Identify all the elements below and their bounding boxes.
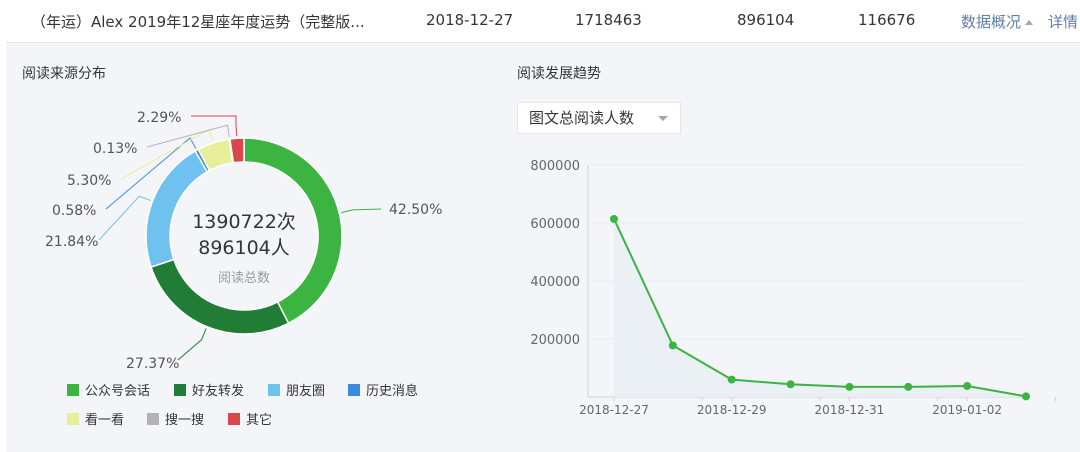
overview-link[interactable]: 数据概况: [961, 11, 1034, 32]
read-trend-chart: 200000 400000 600000 800000 2018-12-27 2018-1…: [530, 159, 1056, 417]
x-tick-label: 2018-12-31: [815, 403, 885, 417]
legend-label: 历史消息: [366, 384, 419, 399]
legend-swatch: [174, 384, 186, 396]
legend-label: 其它: [246, 413, 273, 428]
legend-label: 搜一搜: [165, 413, 205, 428]
caret-up-icon: [1025, 20, 1034, 25]
donut-leader-line: [341, 208, 382, 214]
x-tick-label: 2019-01-02: [932, 403, 1002, 417]
metric-select[interactable]: 图文总阅读人数: [517, 102, 681, 134]
donut-center-caption: 阅读总数: [218, 271, 270, 286]
overview-label: 数据概况: [961, 13, 1022, 31]
article-value-1: 1718463: [575, 11, 642, 29]
legend-swatch: [348, 384, 360, 396]
trend-point: [904, 382, 913, 391]
legend-item-official[interactable]: 公众号会话: [67, 380, 150, 399]
legend-label: 好友转发: [192, 384, 245, 399]
trend-point: [668, 341, 677, 350]
donut-value-label: 21.84%: [45, 234, 98, 250]
detail-link[interactable]: 详情: [1048, 11, 1078, 32]
donut-center-total-readers: 896104人: [198, 237, 290, 259]
donut-value-label: 2.29%: [137, 110, 181, 126]
article-value-2: 896104: [737, 11, 795, 29]
chevron-down-icon: [658, 116, 668, 121]
article-row: （年运）Alex 2019年12星座年度运势（完整版... 2018-12-27…: [0, 0, 1080, 43]
trend-point: [610, 214, 618, 223]
donut-value-label: 42.50%: [389, 202, 442, 218]
legend-label: 公众号会话: [85, 384, 151, 399]
trend-area: [614, 218, 1026, 397]
donut-center-total-reads: 1390722次: [192, 211, 296, 233]
trend-point: [845, 382, 854, 391]
trend-point: [963, 381, 972, 390]
read-trend-title: 阅读发展趋势: [517, 66, 601, 82]
legend-item-moments[interactable]: 朋友圈: [268, 380, 325, 399]
article-title: （年运）Alex 2019年12星座年度运势（完整版...: [31, 13, 365, 31]
legend-label: 看一看: [85, 413, 125, 428]
y-tick-label: 200000: [530, 333, 580, 348]
article-date: 2018-12-27: [426, 11, 514, 29]
donut-leader-line: [98, 195, 151, 241]
x-tick-label: 2018-12-27: [579, 403, 649, 417]
trend-point: [1022, 392, 1030, 401]
legend-swatch: [228, 413, 240, 425]
legend-item-look[interactable]: 看一看: [67, 409, 124, 428]
donut-value-label: 0.58%: [52, 203, 96, 219]
legend-item-friend[interactable]: 好友转发: [174, 380, 244, 399]
article-value-3: 116676: [858, 11, 916, 29]
trend-point: [786, 380, 795, 389]
donut-value-label: 0.13%: [93, 141, 137, 157]
legend-swatch: [147, 413, 159, 425]
legend-item-search[interactable]: 搜一搜: [147, 409, 204, 428]
donut-leader-line: [177, 328, 207, 361]
trend-point: [727, 375, 736, 384]
legend-swatch: [67, 413, 79, 425]
metric-select-value: 图文总阅读人数: [529, 109, 635, 127]
legend-swatch: [268, 384, 280, 396]
x-tick-label: 2018-12-29: [697, 403, 767, 417]
y-tick-label: 400000: [530, 275, 580, 290]
legend-swatch: [67, 384, 79, 396]
y-tick-label: 600000: [530, 217, 580, 232]
legend-item-history[interactable]: 历史消息: [348, 380, 418, 399]
y-tick-label: 800000: [530, 159, 580, 174]
donut-value-label: 5.30%: [67, 173, 111, 189]
legend-item-other[interactable]: 其它: [228, 409, 272, 428]
legend-label: 朋友圈: [286, 384, 326, 399]
donut-value-label: 27.37%: [126, 356, 179, 372]
